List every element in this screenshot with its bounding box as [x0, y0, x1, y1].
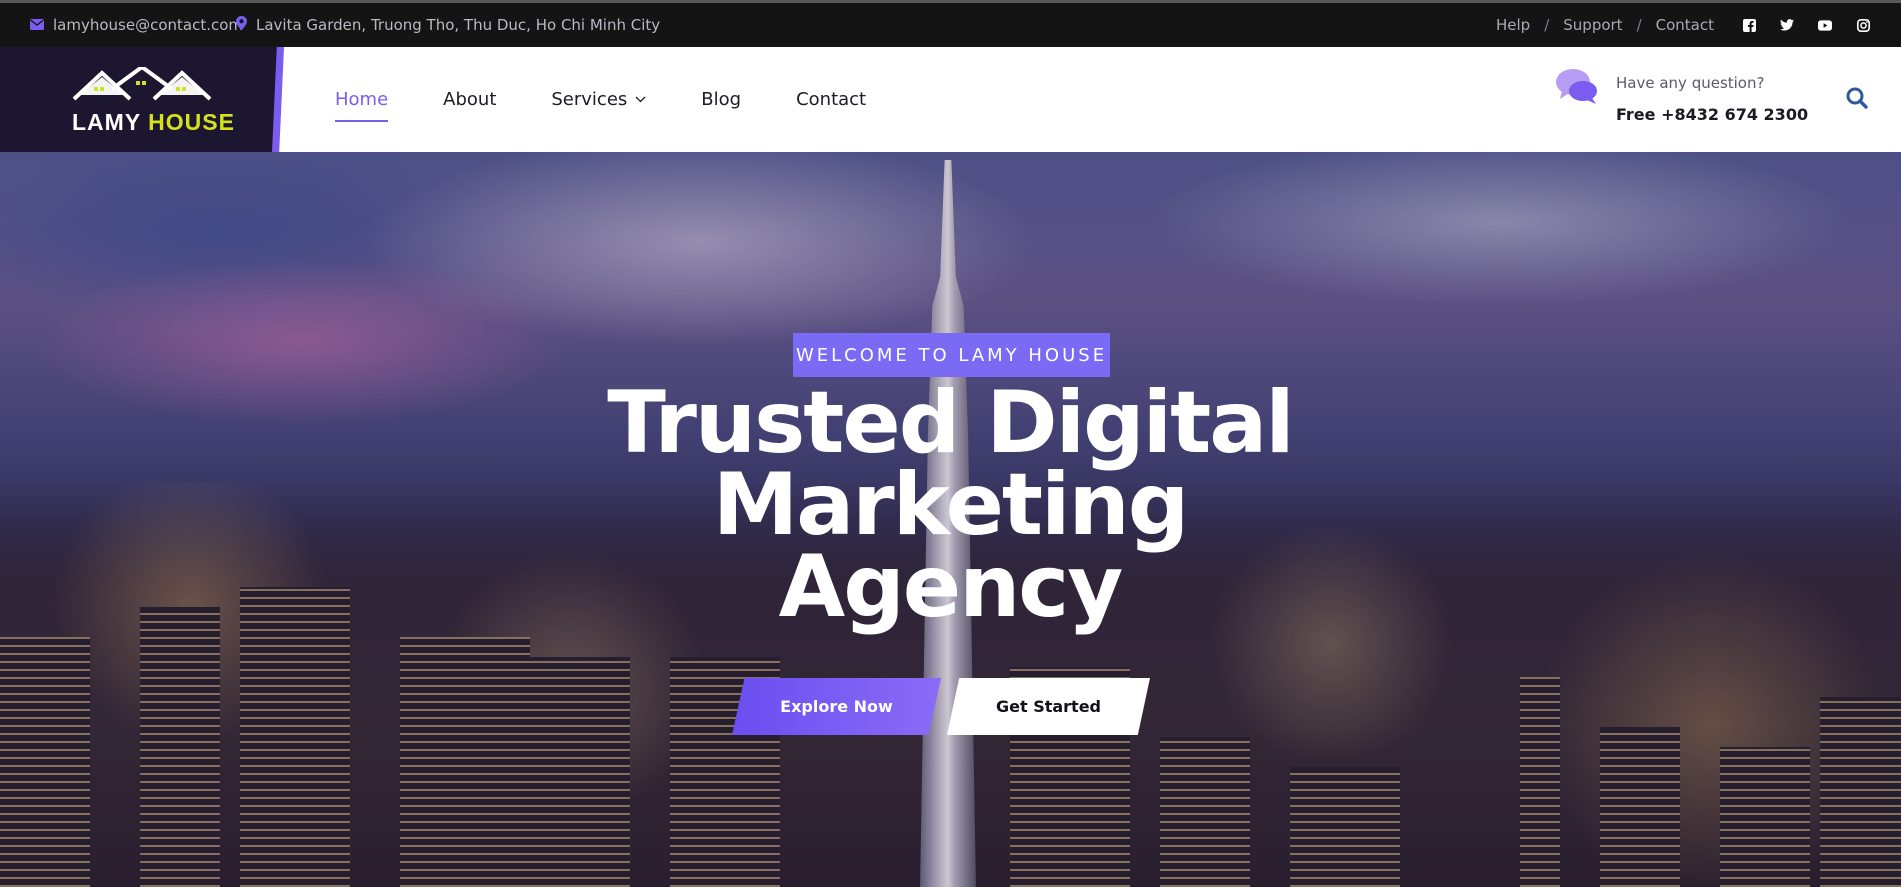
main-nav: Home About Services Blog Contact	[335, 47, 866, 152]
social-links	[1742, 3, 1870, 47]
email-text[interactable]: lamyhouse@contact.com	[53, 16, 243, 34]
nav-about[interactable]: About	[443, 89, 496, 110]
site-header: LAMY HOUSE Home About Services Blog Cont…	[0, 47, 1901, 152]
nav-home[interactable]: Home	[335, 89, 389, 122]
map-pin-icon	[236, 16, 247, 34]
get-started-button[interactable]: Get Started	[947, 678, 1150, 735]
hero-title-line: Trusted Digital	[607, 373, 1295, 473]
nav-services[interactable]: Services	[551, 89, 646, 110]
top-link-contact[interactable]: Contact	[1656, 16, 1714, 34]
logo-word-house: HOUSE	[148, 109, 235, 135]
instagram-icon[interactable]	[1856, 18, 1870, 32]
link-separator: /	[1544, 16, 1550, 34]
contact-question: Have any question?	[1616, 74, 1765, 92]
search-icon	[1846, 87, 1868, 109]
address-text: Lavita Garden, Truong Tho, Thu Duc, Ho C…	[256, 16, 661, 34]
hero-title-line: Agency	[778, 537, 1124, 637]
envelope-icon	[30, 16, 44, 34]
facebook-icon[interactable]	[1742, 18, 1756, 32]
logo-word-lamy: LAMY	[72, 109, 141, 135]
logo[interactable]: LAMY HOUSE	[0, 47, 282, 152]
hero-title-line: Marketing	[712, 455, 1190, 555]
nav-services-label: Services	[551, 89, 628, 110]
hero-badge: WELCOME TO LAMY HOUSE	[793, 333, 1110, 377]
top-link-help[interactable]: Help	[1496, 16, 1530, 34]
twitter-icon[interactable]	[1780, 18, 1794, 32]
chat-bubbles-icon	[1556, 69, 1597, 104]
contact-info: Have any question? Free +8432 674 2300	[1556, 67, 1808, 124]
hero-title: Trusted Digital Marketing Agency	[550, 373, 1350, 637]
link-separator: /	[1636, 16, 1642, 34]
email-info[interactable]: lamyhouse@contact.com	[30, 3, 243, 47]
house-roof-icon	[72, 67, 212, 101]
youtube-icon[interactable]	[1818, 18, 1832, 32]
nav-contact[interactable]: Contact	[796, 89, 866, 110]
hero-section: WELCOME TO LAMY HOUSE Trusted Digital Ma…	[0, 152, 1901, 887]
address-info: Lavita Garden, Truong Tho, Thu Duc, Ho C…	[236, 3, 660, 47]
explore-now-button[interactable]: Explore Now	[732, 678, 941, 735]
top-link-support[interactable]: Support	[1563, 16, 1622, 34]
logo-text: LAMY HOUSE	[72, 109, 235, 136]
search-button[interactable]	[1846, 87, 1870, 111]
chevron-down-icon	[635, 96, 646, 103]
contact-phone[interactable]: Free +8432 674 2300	[1616, 105, 1808, 124]
nav-blog[interactable]: Blog	[701, 89, 741, 110]
top-links: Help / Support / Contact	[1496, 3, 1714, 47]
top-bar: lamyhouse@contact.com Lavita Garden, Tru…	[0, 0, 1901, 47]
